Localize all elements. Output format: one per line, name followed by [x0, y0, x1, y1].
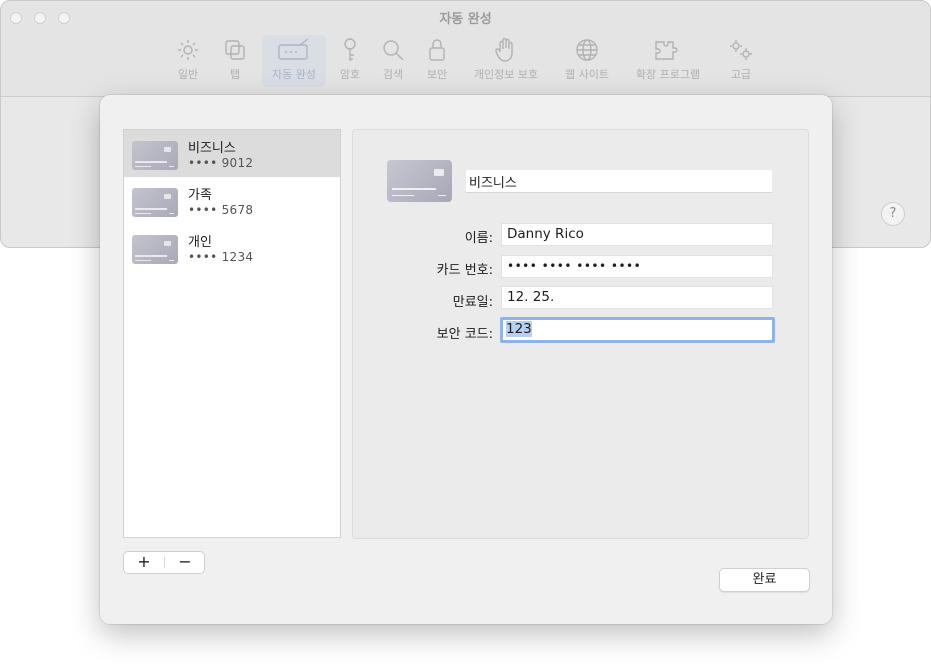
gears-icon	[723, 35, 759, 65]
security-code-label: 보안 코드:	[436, 327, 493, 342]
expiry-label: 만료일:	[452, 295, 493, 310]
card-list-item[interactable]: 가족 •••• 5678	[124, 177, 340, 224]
tab-label: 확장 프로그램	[635, 68, 701, 81]
hand-icon	[467, 35, 545, 65]
credit-card-icon	[132, 188, 178, 217]
card-list-item[interactable]: 개인 •••• 1234	[124, 224, 340, 271]
credit-card-icon	[132, 235, 178, 264]
credit-card-icon	[132, 141, 178, 170]
tab-passwords[interactable]: 암호	[335, 35, 365, 87]
tab-label: 일반	[177, 68, 199, 81]
card-name: 개인	[188, 235, 212, 250]
key-icon	[335, 35, 365, 65]
tab-label: 고급	[730, 68, 752, 81]
autofill-icon	[262, 35, 326, 65]
card-number-field[interactable]: •••• •••• •••• ••••	[501, 255, 773, 278]
tab-advanced[interactable]: 고급	[723, 35, 759, 87]
selected-text: 123	[506, 321, 532, 337]
tab-search[interactable]: 검색	[378, 35, 408, 87]
tab-security[interactable]: 보안	[422, 35, 452, 87]
cardholder-name-field[interactable]: Danny Rico	[501, 223, 773, 246]
security-code-field[interactable]: 123	[500, 317, 775, 343]
card-number-label: 카드 번호:	[436, 263, 493, 278]
window-title: 자동 완성	[439, 12, 492, 27]
card-name: 비즈니스	[188, 141, 236, 156]
gear-icon	[167, 35, 209, 65]
credit-card-sheet: 비즈니스 •••• 9012 가족 •••• 5678 개인 •••• 1234…	[100, 95, 832, 624]
tab-label: 웹 사이트	[565, 68, 609, 81]
card-list-item[interactable]: 비즈니스 •••• 9012	[124, 130, 340, 177]
expiry-field[interactable]: 12. 25.	[501, 286, 773, 309]
add-card-button[interactable]: +	[124, 552, 164, 573]
tab-label: 탭	[229, 68, 241, 81]
search-icon	[378, 35, 408, 65]
title-bar: 자동 완성 일반 탭 자동 완성 암호 검색 보안 개인정보 보호 웹 사이트 …	[1, 1, 930, 97]
puzzle-icon	[629, 35, 707, 65]
card-description-field[interactable]: 비즈니스	[466, 170, 772, 193]
help-button[interactable]: ?	[881, 202, 905, 226]
remove-card-button[interactable]: −	[165, 552, 205, 573]
name-label: 이름:	[464, 231, 493, 246]
done-button[interactable]: 완료	[719, 568, 810, 592]
tab-extensions[interactable]: 확장 프로그램	[629, 35, 707, 87]
lock-icon	[422, 35, 452, 65]
tab-label: 암호	[339, 68, 361, 81]
tabs-icon	[215, 35, 255, 65]
card-number: •••• 9012	[188, 156, 254, 170]
tab-label: 보안	[426, 68, 448, 81]
tab-label: 검색	[382, 68, 404, 81]
card-number: •••• 1234	[188, 250, 254, 264]
tab-label: 개인정보 보호	[473, 68, 539, 81]
globe-icon	[559, 35, 615, 65]
tab-general[interactable]: 일반	[167, 35, 209, 87]
card-number: •••• 5678	[188, 203, 254, 217]
tab-autofill[interactable]: 자동 완성	[262, 35, 326, 87]
tab-tabs[interactable]: 탭	[215, 35, 255, 87]
tab-privacy[interactable]: 개인정보 보호	[467, 35, 545, 87]
tab-websites[interactable]: 웹 사이트	[559, 35, 615, 87]
preferences-toolbar: 일반 탭 자동 완성 암호 검색 보안 개인정보 보호 웹 사이트 확장 프로그…	[1, 35, 930, 87]
card-name: 가족	[188, 188, 212, 203]
credit-card-icon	[387, 160, 452, 202]
add-remove-control: + −	[123, 551, 205, 574]
card-list: 비즈니스 •••• 9012 가족 •••• 5678 개인 •••• 1234	[123, 129, 341, 538]
tab-label: 자동 완성	[272, 68, 316, 81]
